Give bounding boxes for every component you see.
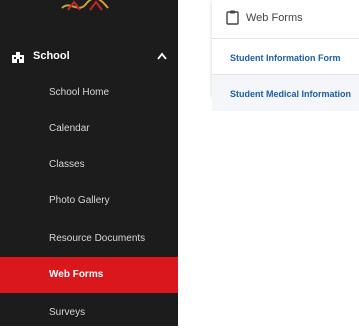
card-header: Web Forms [212, 0, 359, 39]
sidebar: School School Home Calendar Classes Phot… [0, 0, 178, 326]
sidebar-item-label: Surveys [49, 307, 86, 318]
school-building-icon [12, 52, 24, 63]
sidebar-item-label: Web Forms [49, 269, 104, 280]
sidebar-item-label: Resource Documents [49, 233, 146, 244]
sidebar-item-resource-documents[interactable]: Resource Documents [0, 221, 178, 257]
form-link-student-information[interactable]: Student Information Form [212, 39, 359, 75]
card-title: Web Forms [246, 12, 303, 24]
sidebar-item-label: Classes [49, 159, 85, 170]
web-forms-card: Web Forms Student Information Form Stude… [212, 0, 359, 111]
sidebar-section-school[interactable]: School [0, 42, 178, 72]
sidebar-item-school-home[interactable]: School Home [0, 75, 178, 111]
sidebar-item-classes[interactable]: Classes [0, 147, 178, 183]
form-link-label: Student Medical Information [230, 89, 352, 99]
chevron-up-icon[interactable] [157, 52, 167, 60]
form-link-label: Student Information Form [230, 53, 341, 63]
form-link-student-medical[interactable]: Student Medical Information [212, 74, 359, 111]
sidebar-item-web-forms[interactable]: Web Forms [0, 257, 178, 293]
sidebar-item-label: Photo Gallery [49, 195, 110, 206]
sidebar-item-label: School Home [49, 87, 110, 98]
sidebar-item-calendar[interactable]: Calendar [0, 111, 178, 147]
school-logo[interactable] [0, 0, 178, 22]
sidebar-item-photo-gallery[interactable]: Photo Gallery [0, 183, 178, 219]
sidebar-section-title: School [33, 50, 70, 62]
clipboard-icon [226, 10, 239, 25]
sidebar-item-label: Calendar [49, 123, 90, 134]
